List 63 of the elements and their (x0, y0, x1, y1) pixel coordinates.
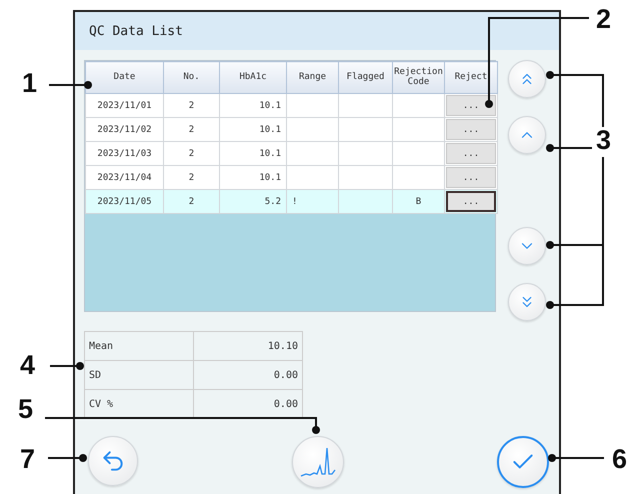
leader-line (48, 454, 87, 462)
table-cell (338, 94, 392, 118)
table-cell (338, 166, 392, 190)
callout-number: 4 (20, 352, 36, 379)
leader-line (50, 362, 84, 370)
table-cell (286, 166, 338, 190)
table-cell (338, 118, 392, 142)
column-header[interactable]: Rejection Code (392, 62, 444, 94)
column-header[interactable]: Range (286, 62, 338, 94)
chromatogram-button[interactable] (292, 436, 344, 488)
reject-button[interactable]: ... (446, 167, 496, 188)
stat-value: 10.10 (194, 332, 302, 360)
leader-line (548, 454, 604, 462)
table-cell: 2023/11/03 (86, 142, 164, 166)
table-cell: 2 (164, 166, 220, 190)
stat-value: 0.00 (194, 360, 302, 390)
table-cell: 2023/11/05 (86, 190, 164, 214)
reject-button[interactable]: ... (446, 191, 496, 212)
callout-number: 2 (596, 6, 612, 33)
table-cell: 2 (164, 142, 220, 166)
peak-chart-icon (300, 446, 336, 478)
callout-number: 3 (596, 127, 612, 154)
screen-title: QC Data List (89, 24, 183, 38)
table-cell (286, 118, 338, 142)
table-cell: 2 (164, 190, 220, 214)
table-cell: 2 (164, 118, 220, 142)
stat-label: CV % (84, 390, 194, 418)
reject-button[interactable]: ... (446, 143, 496, 164)
table-cell: 2023/11/04 (86, 166, 164, 190)
table-cell: 10.1 (220, 94, 286, 118)
table-cell (286, 142, 338, 166)
column-header[interactable]: HbA1c (220, 62, 286, 94)
callout-number: 7 (20, 446, 36, 473)
scroll-down-button[interactable] (508, 283, 546, 321)
callout-number: 6 (612, 446, 628, 473)
leader-line (49, 81, 92, 89)
table-cell: 10.1 (220, 166, 286, 190)
table-cell (286, 94, 338, 118)
stat-label: SD (84, 360, 194, 390)
table-cell: B (392, 190, 444, 214)
column-header[interactable]: Reject (444, 62, 498, 94)
column-header[interactable]: Flagged (338, 62, 392, 94)
scroll-up-button[interactable] (508, 60, 546, 98)
column-header[interactable]: No. (164, 62, 220, 94)
reject-button[interactable]: ... (446, 119, 496, 140)
table-cell (338, 142, 392, 166)
column-header[interactable]: Date (86, 62, 164, 94)
scroll-down-button[interactable] (508, 227, 546, 265)
table-cell: 10.1 (220, 118, 286, 142)
table-cell: 5.2 (220, 190, 286, 214)
table-cell: 2023/11/02 (86, 118, 164, 142)
confirm-button[interactable] (497, 436, 549, 488)
back-button[interactable] (88, 436, 138, 486)
reject-button[interactable]: ... (446, 95, 496, 116)
table-cell: 2023/11/01 (86, 94, 164, 118)
scroll-up-button[interactable] (508, 116, 546, 154)
callout-number: 5 (18, 396, 34, 423)
table-cell (338, 190, 392, 214)
callout-number: 1 (22, 70, 38, 97)
table-cell: ! (286, 190, 338, 214)
table-cell: 2 (164, 94, 220, 118)
stat-label: Mean (84, 332, 194, 360)
table-cell: 10.1 (220, 142, 286, 166)
